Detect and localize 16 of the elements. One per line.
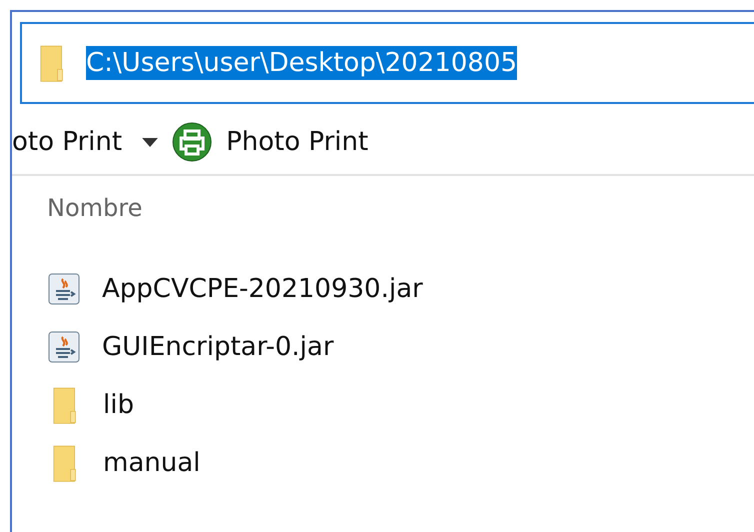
file-name[interactable]: AppCVCPE-20210930.jar [102,274,423,304]
photo-print-button[interactable]: Photo Print [226,127,368,157]
printer-icon[interactable] [172,122,212,162]
file-name[interactable]: manual [103,448,200,478]
folder-icon [40,44,64,82]
java-file-icon [48,273,80,305]
column-header[interactable]: Nombre [47,194,142,222]
address-text: C:\Users\user\Desktop\20210805 [86,46,518,80]
folder-icon [53,444,77,482]
file-name[interactable]: lib [103,390,134,420]
file-name[interactable]: GUIEncriptar-0.jar [102,332,334,362]
folder-icon [53,386,77,424]
java-file-icon [48,331,80,363]
caret-icon[interactable] [142,138,158,146]
address-bar[interactable]: C:\Users\user\Desktop\20210805 [20,22,754,104]
photo-print-button[interactable]: oto Print [12,127,122,157]
